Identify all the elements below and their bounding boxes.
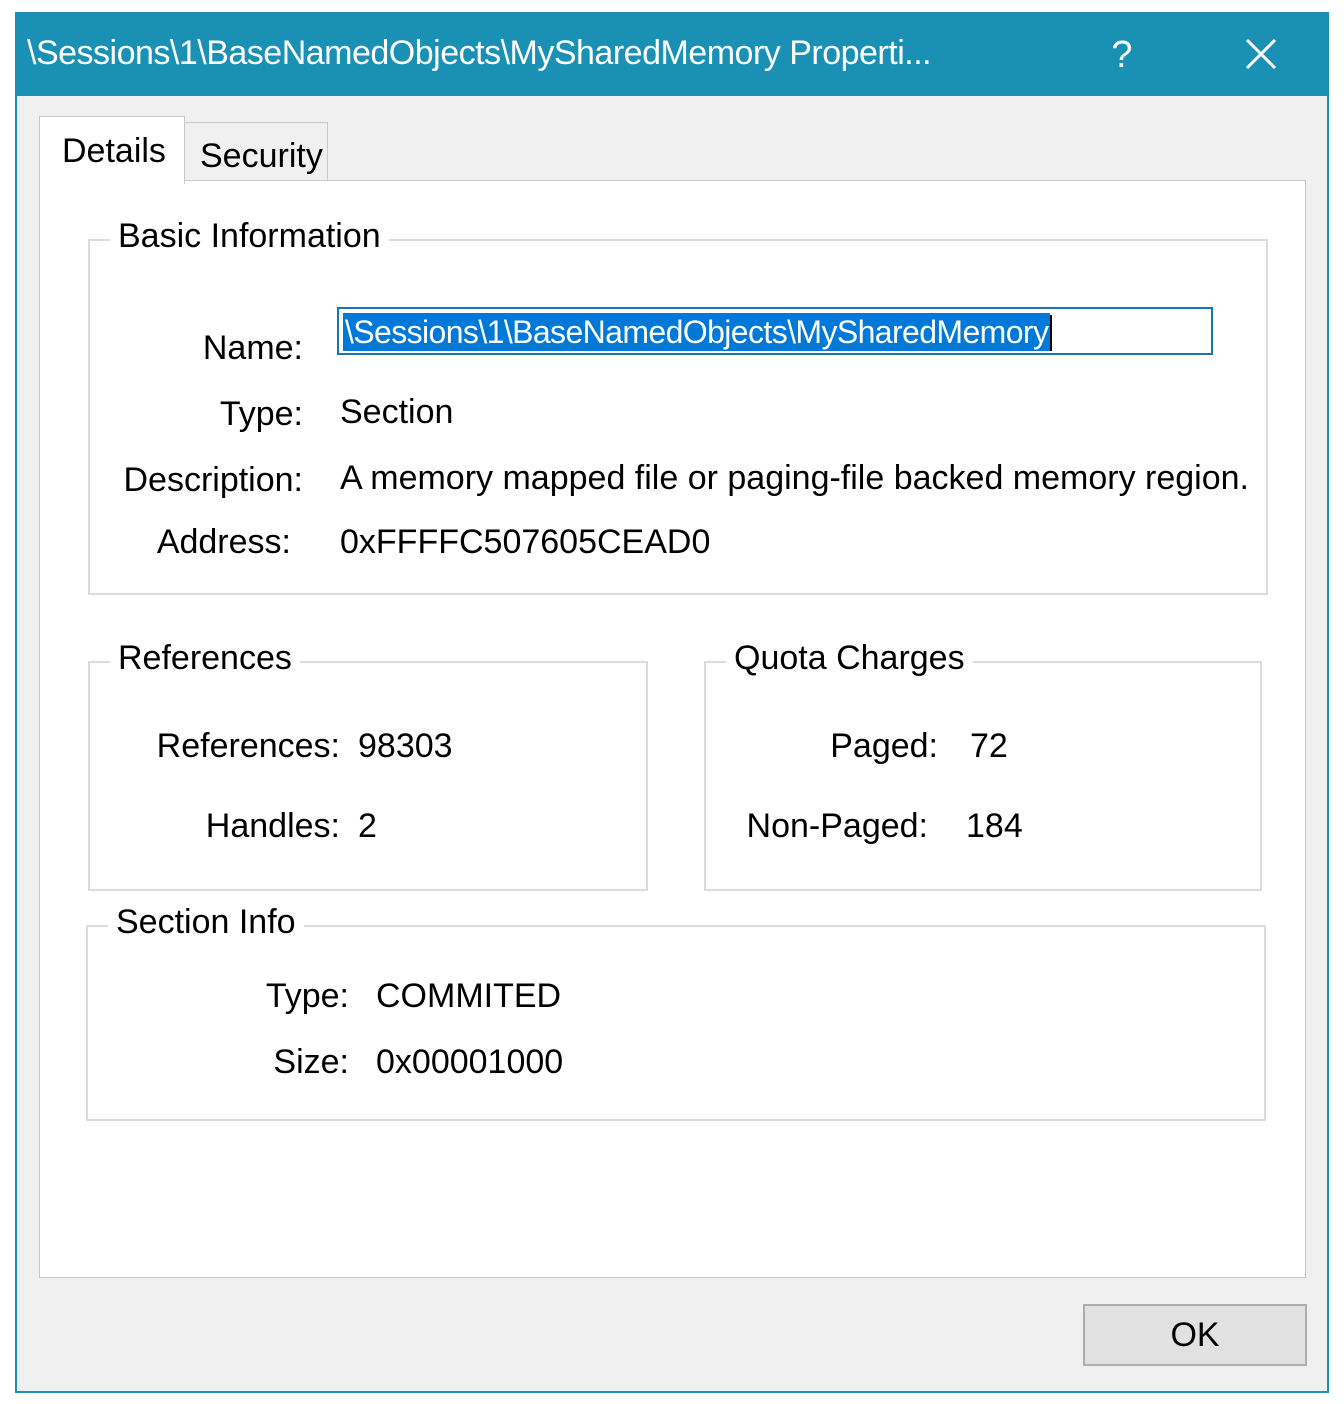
name-field-selected-text: \Sessions\1\BaseNamedObjects\MySharedMem… — [343, 313, 1051, 351]
references-legend: References — [110, 639, 300, 678]
details-tab-panel: Basic Information Name: \Sessions\1\Base… — [39, 180, 1306, 1278]
ok-button[interactable]: OK — [1083, 1304, 1307, 1366]
address-value: 0xFFFFC507605CEAD0 — [340, 523, 711, 561]
tab-security[interactable]: Security — [184, 122, 328, 182]
type-label: Type: — [219, 395, 303, 433]
close-icon — [1245, 38, 1277, 70]
help-button[interactable]: ? — [1089, 14, 1155, 96]
section-type-value: COMMITED — [376, 977, 562, 1015]
section-type-label: Type: — [265, 977, 349, 1015]
references-label: References: — [156, 727, 340, 765]
close-button[interactable] — [1225, 14, 1297, 96]
handles-label: Handles: — [205, 807, 340, 845]
paged-label: Paged: — [830, 727, 938, 765]
section-size-label: Size: — [273, 1043, 349, 1081]
type-value: Section — [340, 393, 454, 431]
address-label: Address: — [156, 523, 291, 561]
window-title: \Sessions\1\BaseNamedObjects\MySharedMem… — [27, 34, 932, 72]
section-info-legend: Section Info — [108, 903, 304, 942]
section-size-value: 0x00001000 — [376, 1043, 564, 1081]
properties-dialog: \Sessions\1\BaseNamedObjects\MySharedMem… — [15, 12, 1329, 1393]
quota-charges-group: Quota Charges — [704, 639, 1262, 891]
non-paged-value: 184 — [966, 807, 1023, 845]
handles-value: 2 — [358, 807, 377, 845]
references-group: References — [88, 639, 648, 891]
paged-value: 72 — [970, 727, 1008, 765]
references-value: 98303 — [358, 727, 453, 765]
title-bar[interactable]: \Sessions\1\BaseNamedObjects\MySharedMem… — [17, 14, 1327, 96]
non-paged-label: Non-Paged: — [746, 807, 928, 845]
section-info-group: Section Info — [86, 903, 1266, 1121]
basic-information-legend: Basic Information — [110, 217, 389, 256]
name-label: Name: — [202, 329, 303, 367]
tab-details[interactable]: Details — [39, 116, 185, 184]
quota-charges-legend: Quota Charges — [726, 639, 973, 678]
name-field[interactable]: \Sessions\1\BaseNamedObjects\MySharedMem… — [337, 307, 1213, 355]
text-caret — [1050, 315, 1052, 351]
description-label: Description: — [123, 461, 303, 499]
description-value: A memory mapped file or paging-file back… — [340, 459, 1249, 497]
